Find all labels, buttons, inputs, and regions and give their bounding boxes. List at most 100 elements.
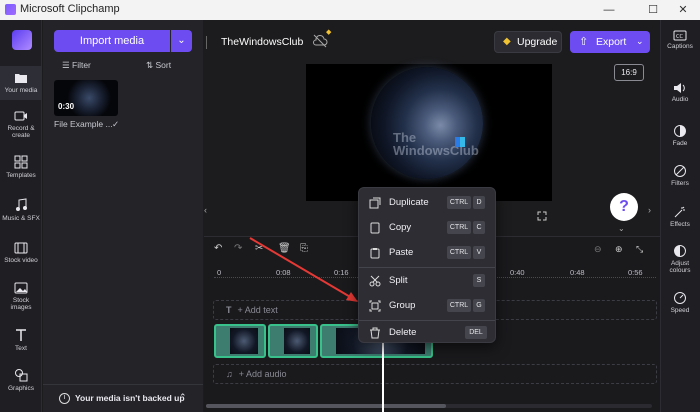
chevron-down-icon[interactable]: ⌄ <box>618 224 625 233</box>
delete-icon <box>370 327 380 339</box>
panel-adjust-colours[interactable]: Adjust colours <box>660 244 700 274</box>
ruler-tick: 0:56 <box>628 268 643 277</box>
undo-icon[interactable]: ↶ <box>214 243 222 254</box>
import-media-button[interactable]: Import media <box>54 30 170 52</box>
minimize-button[interactable]: — <box>592 0 626 20</box>
nav-music-sfx[interactable]: Music & SFX <box>0 198 42 228</box>
panel-captions[interactable]: CC Captions <box>660 30 700 50</box>
ruler-tick: 0:48 <box>570 268 585 277</box>
collapse-left-icon[interactable]: ‹ <box>204 205 210 229</box>
camera-icon <box>14 111 27 121</box>
sort-button[interactable]: ⇅ Sort <box>146 60 171 71</box>
windows-logo-icon <box>455 137 465 147</box>
folder-icon <box>15 74 27 83</box>
text-track-icon: T <box>226 305 232 315</box>
menu-item-delete[interactable]: Delete DEL <box>359 321 497 345</box>
panel-speed[interactable]: Speed <box>660 291 700 314</box>
copy-icon <box>370 222 380 234</box>
nav-templates[interactable]: Templates <box>0 155 42 189</box>
group-icon <box>369 300 381 312</box>
nav-text[interactable]: Text <box>0 328 42 358</box>
media-thumbnail[interactable]: 0:30 <box>54 80 118 116</box>
filters-icon <box>674 165 686 177</box>
context-menu: Duplicate CTRL D Copy CTRL C Paste CTRL … <box>358 187 496 343</box>
nav-record-create[interactable]: Record & create <box>0 110 42 144</box>
zoom-out-icon[interactable]: ⊖ <box>594 244 602 255</box>
panel-effects[interactable]: Effects <box>660 205 700 228</box>
check-icon: ✓ <box>112 119 120 129</box>
panel-audio[interactable]: Audio <box>660 82 700 103</box>
maximize-button[interactable]: ☐ <box>636 0 670 20</box>
effects-icon <box>674 206 685 218</box>
aspect-ratio-button[interactable]: 16:9 <box>614 64 644 81</box>
media-duration: 0:30 <box>58 102 75 111</box>
split-scissors-icon <box>369 275 381 287</box>
diamond-icon: ◆ <box>503 36 511 47</box>
ruler-tick: 0:40 <box>510 268 525 277</box>
panel-divider <box>206 36 214 49</box>
nav-graphics[interactable]: Graphics <box>0 368 42 398</box>
panel-filters[interactable]: Filters <box>660 164 700 187</box>
film-icon <box>14 242 28 254</box>
zoom-in-icon[interactable]: ⊕ <box>615 244 623 255</box>
add-audio-track[interactable]: ♫ + Add audio <box>213 364 657 384</box>
ruler-tick: 0 <box>217 268 222 277</box>
watermark: The WindowsClub <box>393 130 479 158</box>
paste-icon <box>370 248 380 259</box>
speed-icon <box>674 292 686 304</box>
cloud-off-icon[interactable] <box>312 34 328 48</box>
menu-item-group[interactable]: Group CTRL G <box>359 294 497 318</box>
upload-icon: ⇧ <box>579 36 589 48</box>
audio-icon <box>674 83 685 93</box>
help-button[interactable]: ? <box>610 193 638 221</box>
captions-icon: CC <box>673 30 687 41</box>
music-note-icon: ♫ <box>226 369 233 379</box>
video-clip[interactable] <box>214 324 266 358</box>
nav-your-media[interactable]: Your media <box>0 66 42 100</box>
panel-fade[interactable]: Fade <box>660 124 700 147</box>
earth-video-frame <box>371 67 483 179</box>
project-name[interactable]: TheWindowsClub <box>221 36 303 48</box>
annotation-arrow <box>249 237 358 302</box>
collapse-right-icon[interactable]: › <box>648 205 654 229</box>
graphics-icon <box>15 369 28 382</box>
menu-item-split[interactable]: Split S <box>359 269 497 293</box>
sort-icon: ⇅ <box>146 60 154 70</box>
window-title: Microsoft Clipchamp <box>20 3 120 15</box>
import-dropdown-button[interactable]: ⌄ <box>171 30 192 52</box>
chevron-up-icon: ⌃ <box>179 392 187 402</box>
filter-button[interactable]: ☰ Filter <box>62 60 91 71</box>
video-clip[interactable] <box>268 324 318 358</box>
nav-stock-images[interactable]: Stock images <box>0 282 42 316</box>
music-icon <box>16 198 27 211</box>
fit-timeline-icon[interactable]: ⤡ <box>636 244 643 255</box>
menu-item-paste[interactable]: Paste CTRL V <box>359 241 497 265</box>
app-logo-icon <box>12 30 32 50</box>
backup-notice[interactable]: i Your media isn't backed up ⌃ <box>43 384 203 412</box>
duplicate-icon <box>369 197 381 209</box>
text-icon <box>16 329 26 341</box>
chevron-down-icon: ⌄ <box>636 36 644 46</box>
menu-divider <box>359 267 495 268</box>
clipchamp-logo-icon <box>5 4 16 15</box>
chevron-down-icon: ⌄ <box>177 35 186 46</box>
menu-item-copy[interactable]: Copy CTRL C <box>359 216 497 240</box>
title-bar: Microsoft Clipchamp — ☐ ✕ <box>0 0 700 20</box>
fullscreen-icon[interactable] <box>537 211 547 221</box>
nav-stock-video[interactable]: Stock video <box>0 242 42 272</box>
menu-item-duplicate[interactable]: Duplicate CTRL D <box>359 191 497 215</box>
templates-icon <box>14 155 28 169</box>
media-panel <box>43 20 203 412</box>
media-item-name: File Example ... <box>54 119 113 129</box>
info-icon: i <box>59 393 70 404</box>
timeline-scrollbar[interactable] <box>206 404 652 408</box>
adjust-colours-icon <box>674 245 686 257</box>
close-button[interactable]: ✕ <box>666 0 700 20</box>
export-button[interactable]: ⇧ Export ⌄ <box>570 31 650 53</box>
filter-icon: ☰ <box>62 60 70 70</box>
premium-diamond-icon: ◆ <box>326 29 332 36</box>
redo-icon[interactable]: ↷ <box>234 243 242 254</box>
upgrade-button[interactable]: ◆ Upgrade <box>494 31 562 53</box>
image-icon <box>14 282 28 294</box>
svg-text:CC: CC <box>676 34 683 40</box>
